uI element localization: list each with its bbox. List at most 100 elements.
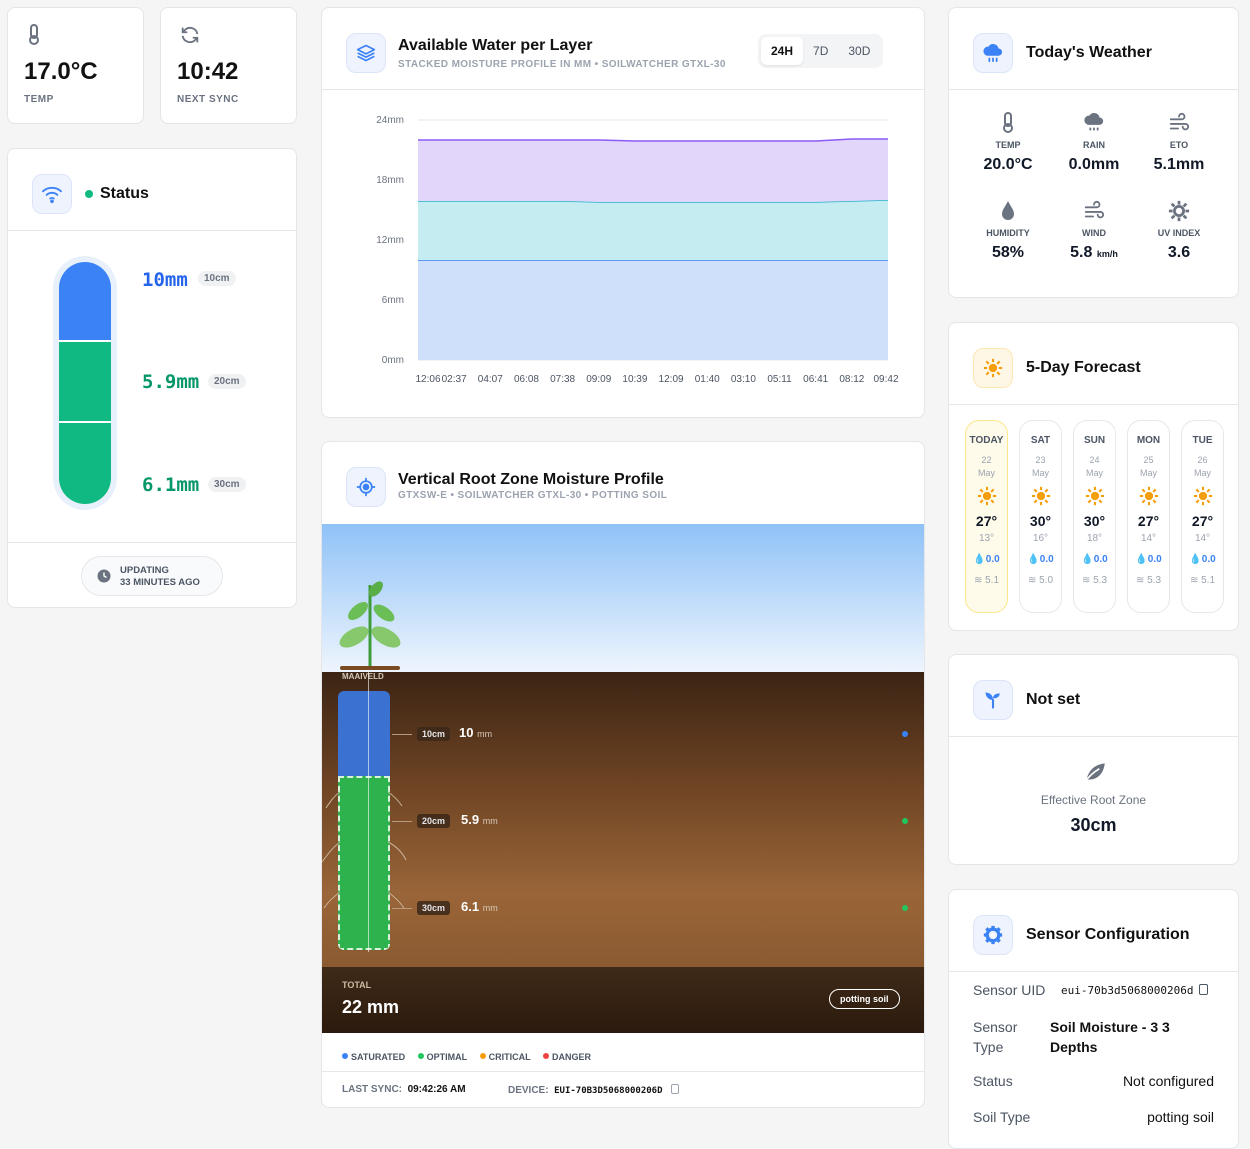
x-tick-label: 09:09 — [586, 374, 611, 385]
wifi-icon — [32, 174, 72, 214]
total-label: TOTAL — [342, 980, 372, 990]
weather-card: Today's Weather TEMP 20.0°C RAIN 0.0mm ETO… — [948, 7, 1239, 298]
status-title: Status — [100, 185, 149, 202]
sensor-status-row: Status Not configured — [973, 1073, 1214, 1089]
layer-3-value: 6.1mm — [142, 474, 200, 496]
thermometer-icon — [968, 112, 1048, 136]
area-series-10cm — [418, 260, 888, 360]
copy-device-icon[interactable] — [671, 1084, 680, 1094]
water-chart-subtitle: STACKED MOISTURE PROFILE IN MM • SOILWAT… — [398, 59, 726, 70]
x-tick-label: 06:08 — [514, 374, 539, 385]
sensor-soil-row: Soil Type potting soil — [973, 1109, 1214, 1125]
sun-icon — [1020, 486, 1061, 511]
layer-3-depth: 30cm — [208, 477, 246, 492]
area-series-30cm — [418, 139, 888, 202]
x-tick-label: 09:42 — [873, 374, 898, 385]
depth-value-10cm: 10 mm — [459, 725, 493, 740]
x-tick-label: 04:07 — [478, 374, 503, 385]
wind-icon — [1139, 112, 1219, 136]
y-tick-label: 18mm — [376, 175, 404, 186]
last-sync: LAST SYNC: 09:42:26 AM — [342, 1084, 466, 1095]
root-profile-card: Vertical Root Zone Moisture Profile GTXS… — [321, 441, 925, 1108]
moisture-gauge — [53, 256, 117, 510]
water-chart-title: Available Water per Layer — [398, 37, 593, 54]
updating-text: UPDATING 33 MINUTES AGO — [120, 565, 200, 588]
forecast-card: 5-Day Forecast TODAY 22 May 27° 13° 💧0.0 ≋… — [948, 322, 1239, 631]
sun-icon — [1074, 486, 1115, 511]
weather-uv: UV INDEX 3.6 — [1139, 200, 1219, 262]
thermometer-icon — [26, 24, 42, 52]
layer-1-depth: 10cm — [198, 271, 236, 286]
layer-2-depth: 20cm — [208, 374, 246, 389]
target-icon — [346, 467, 386, 507]
y-tick-label: 24mm — [376, 115, 404, 126]
weather-rain: RAIN 0.0mm — [1054, 112, 1134, 174]
moisture-legend: SATURATED OPTIMAL CRITICAL DANGER — [342, 1047, 599, 1065]
clock-icon — [97, 569, 111, 583]
updating-badge: UPDATING 33 MINUTES AGO — [81, 556, 223, 596]
sun-icon — [966, 486, 1007, 511]
depth-label-30cm: 30cm — [417, 901, 451, 915]
weather-title: Today's Weather — [1026, 44, 1152, 61]
sun-icon — [1182, 486, 1223, 511]
gauge-layer-3 — [59, 423, 111, 504]
device-id: DEVICE: EUI-70B3D5068000206D — [508, 1084, 680, 1096]
legend-critical: CRITICAL — [479, 1052, 531, 1062]
y-tick-label: 0mm — [382, 355, 404, 366]
x-tick-label: 01:40 — [695, 374, 720, 385]
sensor-uid-row: Sensor UID eui-70b3d5068000206d — [973, 982, 1214, 998]
status-indicator-dot — [85, 190, 93, 198]
forecast-day-today[interactable]: TODAY 22 May 27° 13° 💧0.0 ≋ 5.1 — [965, 420, 1008, 613]
soil-type-badge: potting soil — [829, 989, 900, 1009]
range-7d-button[interactable]: 7D — [803, 37, 838, 65]
crop-card: Not set Effective Root Zone 30cm — [948, 654, 1239, 865]
sun-icon — [973, 348, 1013, 388]
temp-label: TEMP — [24, 94, 54, 105]
forecast-day-sat[interactable]: SAT 23 May 30° 16° 💧0.0 ≋ 5.0 — [1019, 420, 1062, 613]
total-value: 22 mm — [342, 997, 400, 1017]
line-series-30cm — [418, 138, 888, 142]
rain-cloud-icon — [1054, 112, 1134, 136]
forecast-day-tue[interactable]: TUE 26 May 27° 14° 💧0.0 ≋ 5.1 — [1181, 420, 1224, 613]
sky — [322, 524, 924, 672]
range-24h-button[interactable]: 24H — [761, 37, 804, 65]
water-chart-card: Available Water per Layer STACKED MOISTU… — [321, 7, 925, 418]
gauge-layer-1 — [59, 262, 111, 342]
leaf-icon — [1082, 759, 1108, 790]
crop-title: Not set — [1026, 691, 1081, 708]
root-lines — [322, 791, 407, 909]
forecast-day-mon[interactable]: MON 25 May 27° 14° 💧0.0 ≋ 5.3 — [1127, 420, 1170, 613]
legend-saturated: SATURATED — [342, 1052, 405, 1062]
x-tick-label: 10:39 — [622, 374, 647, 385]
next-sync-label: NEXT SYNC — [177, 94, 239, 105]
depth-dot-20cm — [902, 818, 908, 824]
cloud-rain-icon — [973, 33, 1013, 73]
y-tick-label: 12mm — [376, 235, 404, 246]
sensor-config-card: Sensor Configuration Sensor UID eui-70b3… — [948, 889, 1239, 1149]
temp-value: 17.0°C — [24, 58, 98, 85]
area-series-20cm — [418, 200, 888, 260]
depth-dot-30cm — [902, 905, 908, 911]
sensor-config-title: Sensor Configuration — [1026, 926, 1190, 943]
depth-value-30cm: 6.1 mm — [461, 899, 498, 914]
legend-danger: DANGER — [543, 1052, 591, 1062]
next-sync-value: 10:42 — [177, 58, 239, 85]
wind-icon — [1054, 200, 1134, 224]
range-30d-button[interactable]: 30D — [838, 37, 880, 65]
sun-gear-icon — [1139, 200, 1219, 224]
sensor-type-row: Sensor Type Soil Moisture - 3 3 Depths — [973, 1019, 1170, 1055]
legend-optimal: OPTIMAL — [417, 1052, 467, 1062]
x-tick-label: 03:10 — [731, 374, 756, 385]
forecast-day-sun[interactable]: SUN 24 May 30° 18° 💧0.0 ≋ 5.3 — [1073, 420, 1116, 613]
gear-icon — [973, 915, 1013, 955]
weather-temp: TEMP 20.0°C — [968, 112, 1048, 174]
depth-value-20cm: 5.9 mm — [461, 812, 498, 827]
sun-icon — [1128, 486, 1169, 511]
root-zone-label: Effective Root Zone — [1040, 793, 1147, 807]
depth-label-20cm: 20cm — [417, 814, 451, 828]
surface-label: MAAIVELD — [342, 672, 384, 681]
x-tick-label: 02:37 — [442, 374, 467, 385]
weather-humidity: HUMIDITY 58% — [968, 200, 1048, 262]
copy-uid-icon[interactable] — [1199, 984, 1208, 995]
water-chart: 0mm 6mm 12mm 18mm 24mm 12:06 02:37 04:07 06:08 07… — [376, 115, 899, 385]
